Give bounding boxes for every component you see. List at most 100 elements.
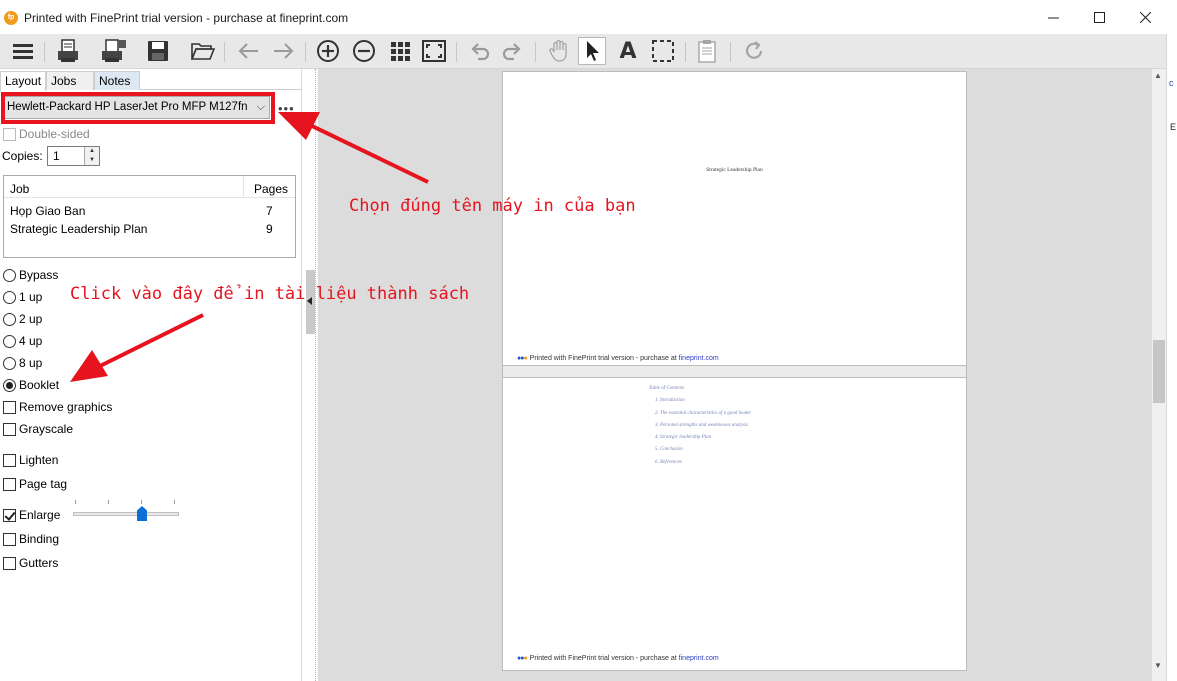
- edit-page-button[interactable]: [694, 37, 722, 65]
- title-bar: fp Printed with FinePrint trial version …: [0, 0, 1177, 34]
- fit-page-button[interactable]: [420, 37, 448, 65]
- table-row[interactable]: Strategic Leadership Plan 9: [4, 220, 295, 238]
- radio-4-up[interactable]: 4 up: [3, 333, 42, 349]
- minimize-button[interactable]: [1030, 0, 1076, 34]
- double-sided-checkbox[interactable]: Double-sided: [3, 126, 90, 142]
- tab-layout[interactable]: Layout: [0, 71, 46, 91]
- preview-area[interactable]: Strategic Leadership Plan ●●● Printed wi…: [318, 69, 1152, 681]
- copies-value: 1: [53, 149, 60, 163]
- copies-up-button[interactable]: ▲: [85, 147, 99, 156]
- footer-link[interactable]: fineprint.com: [679, 655, 719, 662]
- lighten-checkbox[interactable]: Lighten: [3, 452, 58, 468]
- enlarge-slider-thumb[interactable]: [137, 506, 147, 521]
- fineprint-app-icon: fp: [4, 11, 18, 25]
- print-icon: [58, 39, 78, 62]
- enlarge-checkbox[interactable]: Enlarge: [3, 507, 60, 523]
- preview-page-1: Strategic Leadership Plan ●●● Printed wi…: [502, 71, 967, 366]
- save-button[interactable]: [144, 37, 172, 65]
- print-setup-icon: [102, 39, 126, 62]
- open-folder-icon: [191, 43, 215, 60]
- toc-item: 2. The essential characteristics of a go…: [655, 410, 752, 416]
- checkbox-box: [3, 453, 16, 467]
- checkbox-label: Remove graphics: [19, 400, 113, 414]
- checkbox-box: [3, 127, 16, 141]
- page-tag-checkbox[interactable]: Page tag: [3, 476, 67, 492]
- minimize-icon: [1047, 17, 1059, 18]
- redo-button[interactable]: [498, 37, 526, 65]
- job-name: Strategic Leadership Plan: [10, 222, 148, 236]
- hand-tool-icon: [549, 40, 567, 62]
- scrollbar-thumb[interactable]: [1153, 340, 1165, 403]
- refresh-button[interactable]: [740, 37, 768, 65]
- checkbox-box: [3, 400, 16, 414]
- forward-arrow-icon: [274, 43, 294, 59]
- footer-link[interactable]: fineprint.com: [679, 355, 719, 362]
- tab-jobs[interactable]: Jobs: [46, 71, 94, 90]
- print-setup-button[interactable]: [100, 37, 128, 65]
- printer-highlight-box: [1, 92, 275, 124]
- scroll-down-icon[interactable]: ▼: [1154, 661, 1162, 670]
- edit-page-icon: [698, 40, 716, 63]
- column-pages-header[interactable]: Pages: [254, 182, 288, 196]
- radio-bypass[interactable]: Bypass: [3, 267, 58, 283]
- marquee-select-button[interactable]: [649, 37, 677, 65]
- copies-stepper[interactable]: 1 ▲ ▼: [47, 146, 100, 166]
- printer-more-button[interactable]: •••: [278, 101, 295, 116]
- close-button[interactable]: [1122, 0, 1168, 34]
- radio-1-up[interactable]: 1 up: [3, 289, 42, 305]
- gutters-checkbox[interactable]: Gutters: [3, 555, 58, 571]
- toc-heading: Table of Contents: [649, 386, 685, 391]
- copies-down-button[interactable]: ▼: [85, 156, 99, 165]
- remove-graphics-checkbox[interactable]: Remove graphics: [3, 399, 112, 415]
- job-pages: 7: [266, 204, 273, 218]
- radio-label: Booklet: [19, 378, 60, 392]
- grid-view-icon: [391, 42, 410, 61]
- enlarge-slider[interactable]: [73, 512, 179, 516]
- radio-label: 1 up: [19, 290, 43, 304]
- undo-button[interactable]: [466, 37, 494, 65]
- checkbox-box: [3, 532, 16, 546]
- back-button[interactable]: [234, 37, 262, 65]
- zoom-in-button[interactable]: [314, 37, 342, 65]
- radio-8-up[interactable]: 8 up: [3, 355, 42, 371]
- job-table-header: Job Pages: [4, 176, 295, 198]
- layout-panel: Layout Jobs Notes Hewlett-Packard HP Las…: [0, 69, 302, 681]
- open-button[interactable]: [189, 37, 217, 65]
- column-job-header[interactable]: Job: [10, 182, 29, 196]
- hand-tool-button[interactable]: [545, 37, 573, 65]
- grid-view-button[interactable]: [386, 37, 414, 65]
- menu-icon: [13, 44, 33, 59]
- back-arrow-icon: [238, 43, 258, 59]
- text-tool-button[interactable]: A: [614, 37, 642, 65]
- radio-2-up[interactable]: 2 up: [3, 311, 42, 327]
- print-button[interactable]: [54, 37, 82, 65]
- table-row[interactable]: Họp Giao Ban 7: [4, 202, 295, 220]
- job-table: Job Pages Họp Giao Ban 7 Strategic Leade…: [3, 175, 296, 258]
- zoom-out-button[interactable]: [350, 37, 378, 65]
- preview-page-2: Table of Contents 1. Introduction 2. The…: [502, 377, 967, 671]
- tab-notes[interactable]: Notes: [94, 71, 140, 90]
- binding-checkbox[interactable]: Binding: [3, 531, 59, 547]
- save-icon: [148, 41, 168, 61]
- booklet-hint-text: Click vào đây để in tài liệu thành sách: [70, 284, 470, 304]
- maximize-button[interactable]: [1076, 0, 1122, 34]
- toc-item: 3. Personal strengths and weaknesses ana…: [655, 422, 749, 428]
- background-char: c: [1169, 78, 1174, 88]
- forward-button[interactable]: [270, 37, 298, 65]
- copies-label: Copies:: [2, 149, 43, 163]
- page-footer: ●●● Printed with FinePrint trial version…: [517, 655, 719, 662]
- vertical-scrollbar[interactable]: ▲ ▼: [1152, 69, 1166, 681]
- menu-button[interactable]: [9, 37, 37, 65]
- select-pointer-button[interactable]: [578, 37, 606, 65]
- radio-label: 2 up: [19, 312, 43, 326]
- radio-circle: [3, 312, 16, 326]
- zoom-in-icon: [317, 40, 339, 62]
- radio-booklet[interactable]: Booklet: [3, 377, 59, 393]
- fit-page-icon: [422, 40, 446, 62]
- checkbox-label: Page tag: [19, 477, 68, 491]
- checkbox-label: Gutters: [19, 556, 59, 570]
- checkbox-label: Binding: [19, 532, 60, 546]
- scroll-up-icon[interactable]: ▲: [1154, 71, 1162, 80]
- table-of-contents: Table of Contents 1. Introduction 2. The…: [649, 386, 751, 472]
- grayscale-checkbox[interactable]: Grayscale: [3, 421, 73, 437]
